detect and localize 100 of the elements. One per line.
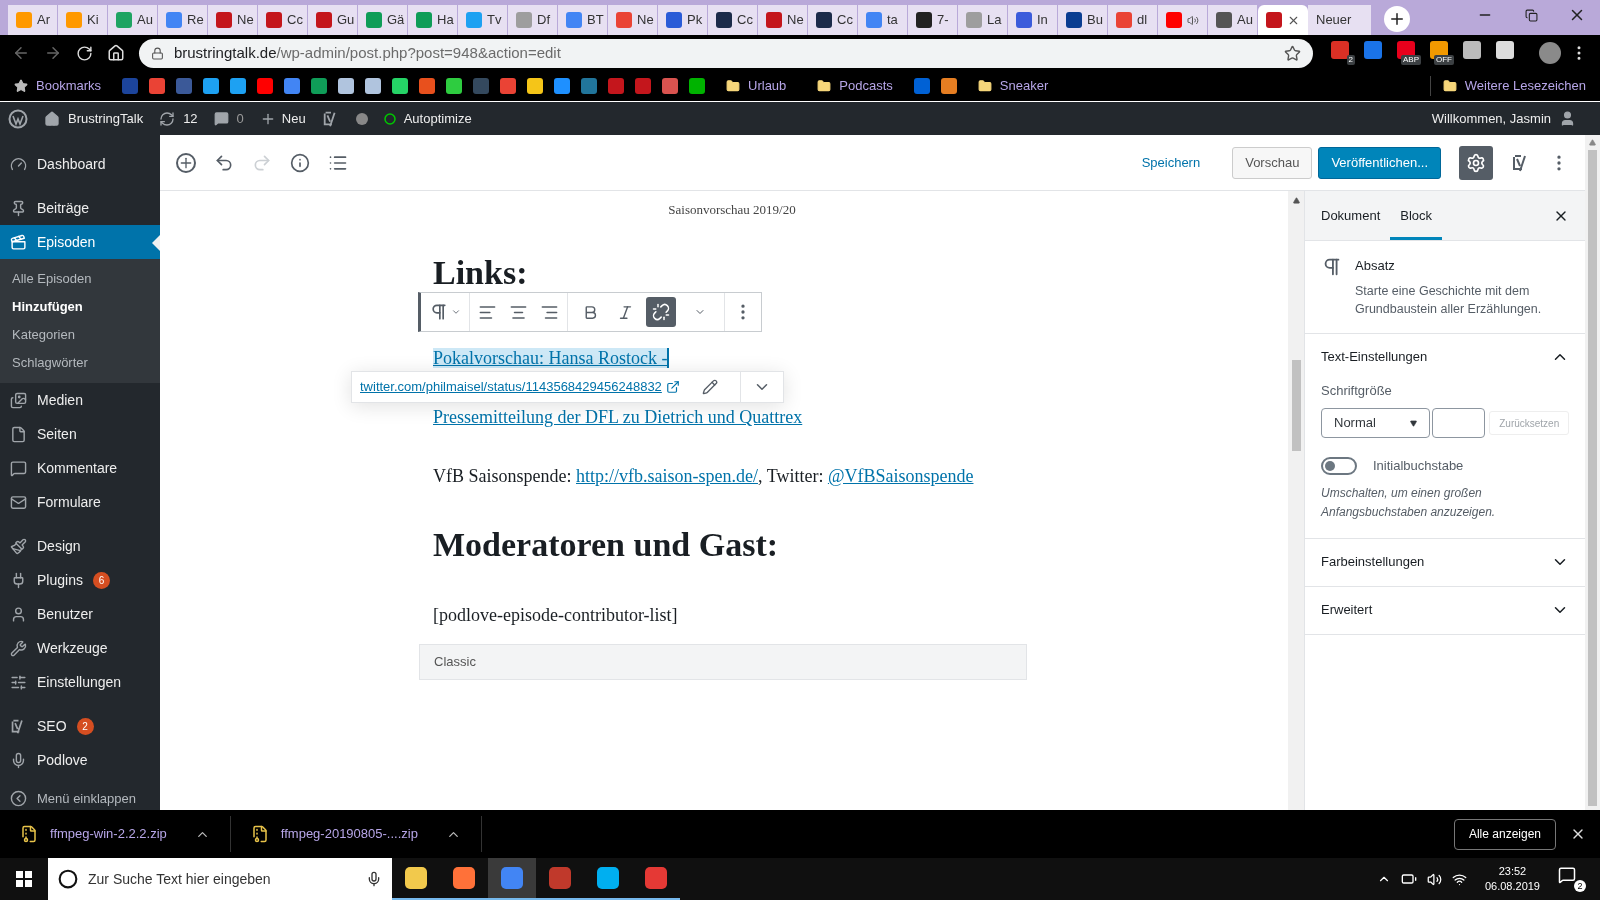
collapse-menu[interactable]: Menü einklappen: [37, 788, 137, 809]
submenu-item[interactable]: Hinzufügen: [0, 293, 160, 321]
new-link[interactable]: Neu: [281, 108, 306, 129]
sidebar-item[interactable]: Formulare: [0, 485, 160, 519]
text-link[interactable]: Pokalvorschau: Hansa Rostock -: [433, 348, 670, 368]
show-all-button[interactable]: Alle anzeigen: [1453, 818, 1556, 850]
browser-tab[interactable]: [1158, 5, 1208, 35]
comments-link[interactable]: 0: [236, 108, 244, 129]
save-link[interactable]: Speichern: [1141, 152, 1201, 173]
sidebar-item[interactable]: Plugins 6: [0, 563, 160, 597]
sidebar-item[interactable]: Podlove: [0, 743, 160, 777]
wordpress-logo[interactable]: [8, 108, 28, 129]
account-link[interactable]: Willkommen, Jasmin: [1431, 108, 1551, 129]
site-link[interactable]: BrustringTalk: [68, 108, 144, 129]
toggle-switch[interactable]: [1321, 456, 1357, 475]
text-link[interactable]: Pressemitteilung der DFL zu Dietrich und Quattrex: [433, 407, 803, 427]
sidebar-item[interactable]: Episoden: [0, 225, 160, 259]
browser-tab[interactable]: Ne: [758, 5, 808, 35]
profile-avatar[interactable]: [1539, 42, 1561, 64]
section-header[interactable]: Text-Einstellungen: [1321, 347, 1428, 367]
browser-tab[interactable]: [1258, 5, 1308, 35]
sidebar-item[interactable]: Beiträge: [0, 191, 160, 225]
browser-tab[interactable]: dl: [1108, 5, 1158, 35]
sidebar-item[interactable]: Kommentare: [0, 451, 160, 485]
browser-tab[interactable]: Re: [158, 5, 208, 35]
microphone-icon[interactable]: [366, 871, 382, 887]
sidebar-item[interactable]: Design: [0, 529, 160, 563]
browser-tab[interactable]: Tv: [458, 5, 508, 35]
browser-tab[interactable]: Pk: [658, 5, 708, 35]
scrollbar-thumb[interactable]: [1588, 150, 1597, 806]
scroll-up-icon[interactable]: [1292, 197, 1300, 204]
browser-tab[interactable]: Ne: [208, 5, 258, 35]
user-icon[interactable]: [1559, 110, 1576, 127]
browser-tab[interactable]: 7-: [908, 5, 958, 35]
browser-tab[interactable]: Neuer: [1308, 5, 1372, 35]
browser-tab[interactable]: Gä: [358, 5, 408, 35]
submenu-item[interactable]: Kategorien: [0, 321, 160, 349]
taskbar-app[interactable]: [488, 858, 536, 900]
sidebar-item[interactable]: SEO 2: [0, 709, 160, 743]
add-block-icon[interactable]: [176, 152, 196, 173]
info-icon[interactable]: [290, 152, 310, 173]
settings-button[interactable]: [1459, 145, 1493, 180]
font-size-input[interactable]: [1432, 408, 1486, 438]
browser-tab[interactable]: Ki: [58, 5, 108, 35]
panel-tab[interactable]: Dokument: [1311, 191, 1391, 240]
sidebar-item[interactable]: Einstellungen: [0, 665, 160, 699]
browser-tab[interactable]: La: [958, 5, 1008, 35]
italic-icon[interactable]: [617, 303, 634, 321]
home-icon[interactable]: [106, 44, 125, 62]
section-header[interactable]: Erweitert: [1321, 600, 1373, 620]
windows-start-icon[interactable]: [16, 871, 32, 887]
restore-icon[interactable]: [1524, 8, 1538, 22]
address-field[interactable]: brustringtalk.de/wp-admin/post.php?post=948&action=edit: [138, 38, 1313, 68]
font-size-select[interactable]: Normal: [1321, 408, 1431, 438]
browser-tab[interactable]: Au: [1208, 5, 1258, 35]
collapse-icon[interactable]: [10, 790, 27, 807]
forward-icon[interactable]: [44, 44, 62, 62]
external-link-icon[interactable]: [665, 380, 680, 394]
wifi-icon[interactable]: [1451, 871, 1467, 887]
browser-tab[interactable]: Cc: [808, 5, 858, 35]
browser-tab[interactable]: In: [1008, 5, 1058, 35]
browser-tab[interactable]: Ne: [608, 5, 658, 35]
scroll-up-icon[interactable]: [1589, 139, 1596, 146]
panel-tab[interactable]: Block: [1390, 191, 1443, 240]
publish-button[interactable]: Veröffentlichen...: [1318, 146, 1441, 179]
updates-link[interactable]: 12: [183, 108, 198, 129]
taskbar-search-field[interactable]: Zur Suche Text hier eingeben: [48, 858, 392, 900]
browser-tab[interactable]: Cc: [708, 5, 758, 35]
autoptimize-link[interactable]: Autoptimize: [403, 108, 472, 129]
browser-tab[interactable]: BT: [558, 5, 608, 35]
preview-button[interactable]: Vorschau: [1232, 146, 1313, 179]
browser-tab[interactable]: ta: [858, 5, 908, 35]
browser-tab[interactable]: Ar: [8, 5, 58, 35]
sidebar-item[interactable]: Medien: [0, 383, 160, 417]
submenu-item[interactable]: Schlagwörter: [0, 349, 160, 377]
undo-icon[interactable]: [214, 152, 234, 173]
text-link[interactable]: http://vfb.saison-spen.de/: [576, 466, 758, 486]
browser-tab[interactable]: Df: [508, 5, 558, 35]
bookmark-folder[interactable]: Urlaub: [748, 76, 787, 96]
bookmark-star-icon[interactable]: [1284, 44, 1301, 62]
volume-icon[interactable]: [1426, 871, 1442, 887]
bookmark-folder[interactable]: Weitere Lesezeichen: [1464, 76, 1586, 96]
browser-tab[interactable]: Ha: [408, 5, 458, 35]
sidebar-item[interactable]: Dashboard: [0, 147, 160, 181]
bookmark-folder[interactable]: Podcasts: [839, 76, 893, 96]
unlink-button[interactable]: [646, 297, 676, 327]
scrollbar-thumb[interactable]: [1291, 360, 1301, 451]
clock[interactable]: 23:52 06.08.2019: [1484, 864, 1540, 894]
download-item[interactable]: ffmpeg-20190805-....zip: [280, 824, 418, 844]
sidebar-item[interactable]: Benutzer: [0, 597, 160, 631]
back-icon[interactable]: [12, 44, 30, 62]
new-tab-button[interactable]: [1384, 6, 1410, 32]
classic-block[interactable]: Classic: [419, 644, 1027, 680]
download-item[interactable]: ffmpeg-win-2.2.2.zip: [50, 824, 167, 844]
text-link[interactable]: @VfBSaisonspende: [827, 466, 974, 486]
submenu-item[interactable]: Alle Episoden: [0, 265, 160, 293]
bookmark-folder[interactable]: Sneaker: [999, 76, 1049, 96]
browser-tab[interactable]: Gu: [308, 5, 358, 35]
link-url[interactable]: twitter.com/philmaisel/status/1143568429456248832: [352, 377, 662, 397]
reload-icon[interactable]: [75, 44, 93, 62]
